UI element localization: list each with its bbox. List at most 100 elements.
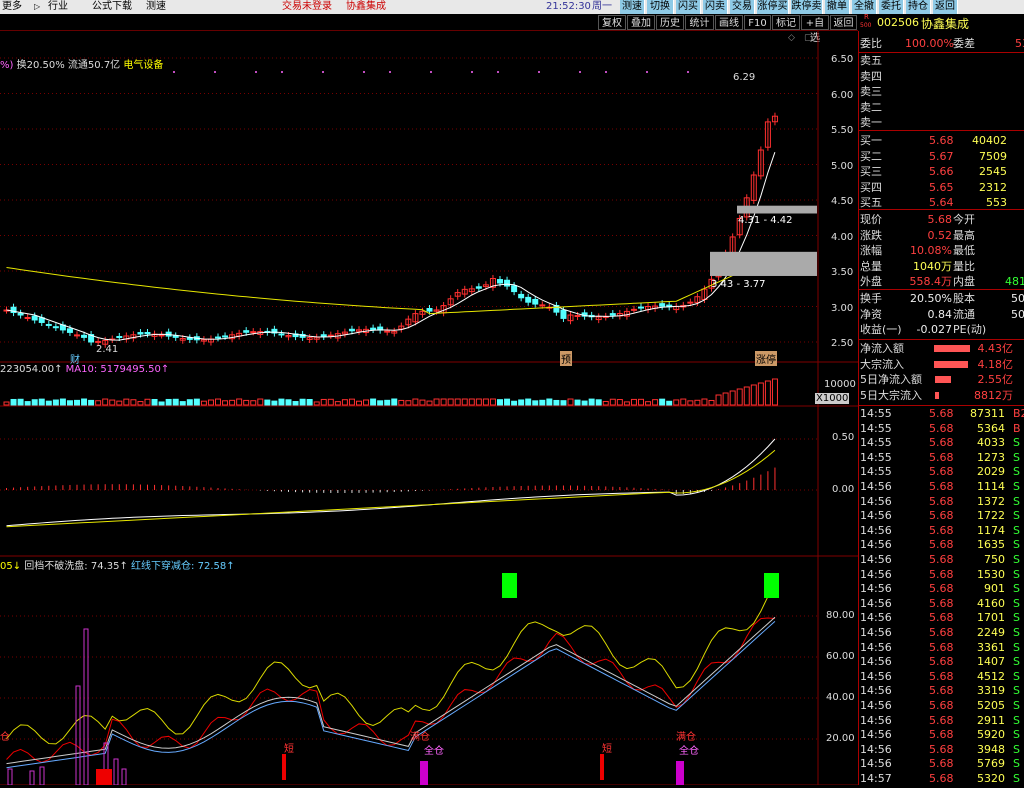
volume-bar	[292, 401, 299, 406]
flow-bar	[935, 376, 951, 383]
tick-time: 14:56	[860, 626, 892, 639]
tick-time: 14:55	[860, 407, 892, 420]
tick-volume: 901	[984, 582, 1005, 596]
volume-bar	[659, 398, 666, 406]
tick-price: 5.68	[929, 407, 954, 420]
toolbar-item-1[interactable]: 叠加	[627, 15, 655, 30]
fullscreen-icon[interactable]: ▢	[804, 33, 813, 43]
candle-body	[116, 336, 123, 339]
more-arrow-icon[interactable]: ▷	[34, 0, 40, 14]
quick-btn-7[interactable]: 撤单	[825, 0, 850, 14]
tag-yugao[interactable]: 预	[560, 351, 572, 366]
stat-value: 558.4万	[909, 275, 953, 288]
tick-row: 14:56 5.68 4512 S	[859, 669, 1024, 684]
tick-volume: 2249	[977, 626, 1005, 639]
volume-bar	[694, 399, 701, 406]
quick-btn-8[interactable]: 全撤	[852, 0, 877, 14]
quick-btn-4[interactable]: 交易	[730, 0, 755, 14]
flow-bar	[934, 345, 970, 352]
sell-label: 卖五	[860, 54, 882, 67]
toolbar-item-6[interactable]: 标记	[772, 15, 800, 30]
quick-btn-0[interactable]: 测速	[620, 0, 645, 14]
quick-btn-11[interactable]: 返回	[933, 0, 958, 14]
signal-red-bar	[282, 754, 286, 780]
volume-bar	[539, 399, 546, 406]
toolbar-item-4[interactable]: 画线	[715, 15, 743, 30]
tag-zhangting[interactable]: 涨停	[755, 351, 777, 366]
quick-btn-3[interactable]: 闪卖	[703, 0, 728, 14]
tick-price: 5.68	[929, 480, 954, 493]
quick-btn-1[interactable]: 切换	[647, 0, 674, 14]
quick-btn-6[interactable]: 跌停卖	[791, 0, 823, 14]
volume-bar	[461, 398, 468, 406]
toolbar-item-5[interactable]: F10	[744, 15, 771, 30]
volume-bar	[320, 398, 327, 406]
tick-price: 5.68	[929, 626, 954, 639]
volume-bar	[186, 399, 193, 406]
market-tag-top: R	[864, 13, 869, 21]
volume-bar	[348, 398, 355, 406]
stat-row: 外盘 558.4万 内盘 481	[859, 274, 1024, 289]
toolbar-item-2[interactable]: 历史	[656, 15, 684, 30]
menu-industry[interactable]: 行业	[48, 0, 68, 14]
volume-bar	[532, 400, 539, 406]
volume-ytick: 10000	[824, 379, 856, 390]
volume-bar	[475, 398, 482, 406]
buy-row[interactable]: 买二 5.67 7509	[859, 149, 1024, 164]
toolbar-item-0[interactable]: 复权	[598, 15, 626, 30]
volume-bar	[17, 398, 24, 406]
kline-chart-area[interactable]: %) 换20.50% 流通50.7亿 电气设备 ◇ ▢ 6.50 6.00 5.50…	[0, 31, 858, 786]
upper-price-box	[737, 205, 817, 214]
volume-bar	[306, 399, 313, 406]
toolbar-item-3[interactable]: 统计	[685, 15, 714, 30]
diamond-icon[interactable]: ◇	[788, 33, 795, 43]
volume-bar	[229, 399, 236, 406]
tick-direction: S	[1013, 611, 1020, 625]
tick-row: 14:55 5.68 1273 S	[859, 450, 1024, 465]
tick-volume: 1372	[977, 494, 1005, 508]
chart-canvas[interactable]	[0, 31, 858, 786]
quick-btn-5[interactable]: 涨停买	[757, 0, 789, 14]
quick-btn-2[interactable]: 闪买	[676, 0, 701, 14]
quick-btn-10[interactable]: 持仓	[906, 0, 931, 14]
volume-bar	[405, 400, 412, 406]
quick-btn-9[interactable]: 委托	[879, 0, 904, 14]
flow-label: 净流入额	[860, 342, 904, 355]
signal-label-cang: 仓	[0, 732, 10, 743]
buy-row[interactable]: 买四 5.65 2312	[859, 180, 1024, 195]
toolbar-item-7[interactable]: +自选	[801, 15, 829, 44]
candle-body	[659, 303, 666, 307]
toolbar-item-8[interactable]: 返回	[830, 15, 857, 30]
volume-bar	[158, 401, 165, 406]
tick-time: 14:56	[860, 494, 892, 508]
buy-row[interactable]: 买一 5.68 40402	[859, 133, 1024, 148]
volume-bar	[609, 398, 616, 406]
tick-volume: 3319	[977, 684, 1005, 698]
volume-bar	[398, 399, 405, 406]
tick-row: 14:56 5.68 3319 S	[859, 683, 1024, 698]
stat2-label2: 股本	[953, 292, 975, 305]
stat2-label: 换手	[860, 292, 882, 305]
buy-price: 5.66	[929, 165, 954, 178]
tick-direction: S	[1013, 713, 1020, 727]
menu-formula-download[interactable]: 公式下载	[92, 0, 132, 14]
stat2-row: 收益(一) -0.027 PE(动)	[859, 322, 1024, 337]
marker-dot	[497, 71, 499, 73]
tick-direction: S	[1013, 684, 1020, 698]
menu-speed-test[interactable]: 测速	[146, 0, 166, 14]
volume-bar	[215, 398, 221, 406]
buy-row[interactable]: 买五 5.64 553	[859, 195, 1024, 210]
buy-volume: 40402	[972, 134, 1007, 147]
tick-price: 5.68	[929, 421, 954, 435]
tick-row: 14:56 5.68 1114 S	[859, 479, 1024, 494]
flow-value: 8812万	[974, 388, 1013, 402]
buy-row[interactable]: 买三 5.66 2545	[859, 164, 1024, 179]
ind-line1: 回档不破洗盘: 74.35↑	[24, 561, 128, 572]
tick-time: 14:56	[860, 655, 892, 669]
volume-bar	[708, 399, 715, 406]
menu-more[interactable]: 更多	[2, 0, 22, 14]
candle-body	[81, 334, 88, 338]
tick-volume: 3361	[977, 640, 1005, 654]
volume-ma10: MA10: 5179495.50↑	[65, 364, 170, 375]
tick-volume: 4033	[977, 436, 1005, 450]
